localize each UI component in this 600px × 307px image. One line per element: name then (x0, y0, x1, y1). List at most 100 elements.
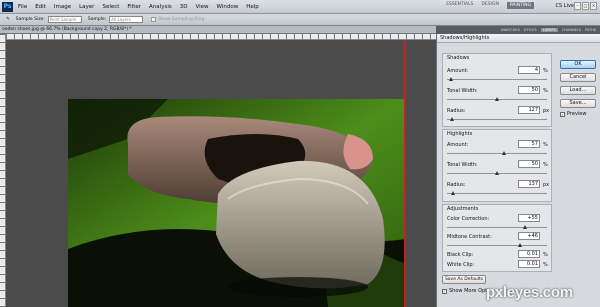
menu-image[interactable]: Image (54, 4, 71, 10)
white-clip-label: White Clip: (447, 262, 475, 268)
highlights-amount-track[interactable] (447, 153, 547, 154)
panel-tabs: SWATCHES STYLES LAYERS CHANNELS PATHS (436, 26, 600, 34)
shadows-title: Shadows (447, 55, 470, 61)
tab-channels[interactable]: CHANNELS (562, 28, 581, 32)
save-button[interactable]: Save... (560, 99, 596, 108)
shadows-amount-track[interactable] (447, 79, 547, 80)
menu-file[interactable]: File (18, 4, 27, 10)
highlights-amount-row: Amount: 57 % (447, 140, 551, 162)
tab-styles[interactable]: STYLES (524, 28, 537, 32)
shadows-radius-slider[interactable] (450, 117, 454, 121)
menu-select[interactable]: Select (102, 4, 119, 10)
options-bar: ✎ Sample Size: Point Sample Sample: All … (0, 14, 600, 26)
black-clip-input[interactable]: 0.01 (518, 250, 540, 258)
eyedropper-icon[interactable]: ✎ (6, 17, 10, 22)
preview-option[interactable]: ✓ Preview (560, 111, 586, 117)
highlights-tonal-row: Tonal Width: 50 % (447, 160, 551, 182)
color-correction-input[interactable]: +55 (518, 214, 540, 222)
show-more-options[interactable]: ✓ Show More Opti (442, 288, 489, 294)
shadows-amount-label: Amount: (447, 68, 469, 74)
highlights-amount-slider[interactable] (502, 151, 506, 155)
shadows-tonal-input[interactable]: 50 (518, 86, 540, 94)
highlights-radius-input[interactable]: 137 (518, 180, 540, 188)
cs-live-button[interactable]: CS Live (556, 3, 574, 9)
show-ring-checkbox[interactable] (151, 17, 157, 22)
midtone-contrast-slider[interactable] (518, 243, 522, 247)
shadows-tonal-slider[interactable] (495, 97, 499, 101)
menu-edit[interactable]: Edit (35, 4, 46, 10)
workspace-essentials[interactable]: ESSENTIALS (446, 2, 473, 9)
shadows-tonal-unit: % (543, 88, 548, 94)
show-more-checkbox[interactable]: ✓ (442, 288, 447, 294)
white-clip-input[interactable]: 0.01 (518, 260, 540, 268)
document-image[interactable] (68, 99, 406, 307)
shadows-radius-label: Radius: (447, 108, 466, 114)
midtone-contrast-input[interactable]: +46 (518, 232, 540, 240)
shadows-amount-unit: % (543, 68, 548, 74)
save-as-defaults-button[interactable]: Save As Defaults (442, 275, 486, 284)
menu-help[interactable]: Help (246, 4, 259, 10)
watermark: pxleyes.com (486, 284, 573, 301)
sample-label: Sample: (87, 17, 107, 22)
shadows-highlights-dialog: Shadows/Highlights Shadows Amount: 4 % T… (436, 34, 600, 307)
wooden-shoes-photo (68, 99, 406, 307)
sample-select[interactable]: All Layers (109, 16, 144, 23)
workspace-painting[interactable]: PAINTING (506, 2, 534, 9)
highlights-tonal-slider[interactable] (495, 171, 499, 175)
show-more-label: Show More Opti (449, 288, 489, 294)
cancel-button[interactable]: Cancel (560, 73, 596, 82)
midtone-contrast-label: Midtone Contrast: (447, 234, 492, 240)
highlights-amount-unit: % (543, 142, 548, 148)
menu-analysis[interactable]: Analysis (149, 4, 172, 10)
menu-layer[interactable]: Layer (79, 4, 94, 10)
shadows-radius-track[interactable] (447, 119, 547, 120)
highlights-radius-track[interactable] (447, 193, 547, 194)
highlights-tonal-label: Tonal Width: (447, 162, 478, 168)
horizontal-ruler (6, 34, 436, 40)
menu-view[interactable]: View (195, 4, 208, 10)
shadows-radius-row: Radius: 127 px (447, 106, 551, 128)
preview-checkbox[interactable]: ✓ (560, 111, 565, 117)
show-ring-label: Show Sampling Ring (158, 17, 205, 22)
canvas-edge-line (404, 41, 406, 307)
tab-swatches[interactable]: SWATCHES (501, 28, 520, 32)
main-menu: File Edit Image Layer Select Filter Anal… (18, 4, 267, 10)
photoshop-logo: Ps (2, 1, 13, 12)
menu-filter[interactable]: Filter (127, 4, 141, 10)
minimize-icon[interactable]: – (574, 2, 581, 10)
highlights-radius-label: Radius: (447, 182, 466, 188)
workspace-switcher: ESSENTIALS DESIGN PAINTING (438, 2, 534, 9)
highlights-radius-slider[interactable] (450, 191, 455, 195)
shadows-amount-row: Amount: 4 % (447, 66, 551, 88)
sample-size-select[interactable]: Point Sample (47, 16, 82, 23)
shadows-radius-input[interactable]: 127 (518, 106, 540, 114)
midtone-contrast-track[interactable] (447, 245, 547, 246)
shadows-amount-slider[interactable] (449, 77, 453, 81)
dialog-title[interactable]: Shadows/Highlights (437, 34, 600, 43)
color-correction-track[interactable] (447, 227, 547, 228)
ok-button[interactable]: OK (560, 60, 596, 69)
preview-label: Preview (567, 111, 587, 117)
black-clip-unit: % (543, 252, 548, 258)
tab-paths[interactable]: PATHS (585, 28, 596, 32)
highlights-group: Highlights Amount: 57 % Tonal Width: 50 … (442, 129, 552, 202)
highlights-tonal-input[interactable]: 50 (518, 160, 540, 168)
tab-layers[interactable]: LAYERS (540, 28, 558, 32)
adjustments-group: Adjustments Color Correction: +55 Midton… (442, 204, 552, 272)
highlights-amount-input[interactable]: 57 (518, 140, 540, 148)
shadows-radius-unit: px (543, 108, 550, 114)
workspace-design[interactable]: DESIGN (482, 2, 499, 9)
shadows-group: Shadows Amount: 4 % Tonal Width: 50 % Ra… (442, 53, 552, 127)
maximize-icon[interactable]: □ (582, 2, 589, 10)
menu-window[interactable]: Window (217, 4, 239, 10)
load-button[interactable]: Load... (560, 86, 596, 95)
menu-3d[interactable]: 3D (180, 4, 188, 10)
white-clip-unit: % (543, 262, 548, 268)
highlights-radius-unit: px (543, 182, 550, 188)
highlights-radius-row: Radius: 137 px (447, 180, 551, 202)
document-tab[interactable]: ooden shoes.jpg @ 66.7% (Background copy… (0, 26, 436, 34)
shadows-amount-input[interactable]: 4 (518, 66, 540, 74)
close-icon[interactable]: × (590, 2, 597, 10)
color-correction-slider[interactable] (523, 225, 527, 229)
shadows-tonal-label: Tonal Width: (447, 88, 478, 94)
